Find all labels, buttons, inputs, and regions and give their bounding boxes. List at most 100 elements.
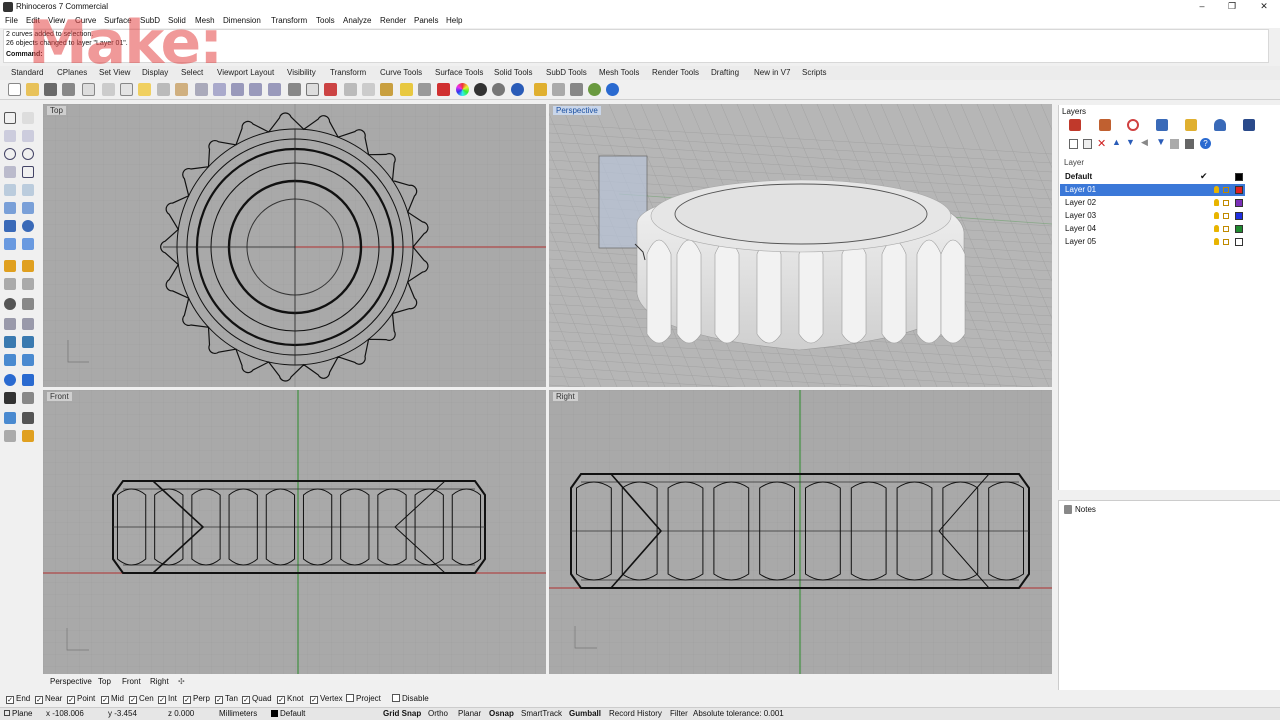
subd-icon[interactable] <box>22 238 34 250</box>
select-tools-icon[interactable] <box>344 83 357 96</box>
osnap-int[interactable]: ✓ Int <box>158 694 177 704</box>
move-down-icon[interactable]: ▼ <box>1126 137 1135 147</box>
layer-color-swatch[interactable] <box>1235 238 1243 246</box>
materials-tab-icon[interactable] <box>1127 119 1139 131</box>
checkbox-icon[interactable]: ✓ <box>67 696 75 704</box>
lock-icon[interactable] <box>1223 239 1229 245</box>
lock-icon[interactable] <box>1223 187 1229 193</box>
current-layer-indicator[interactable]: Default <box>271 709 305 718</box>
visibility-bulb-icon[interactable] <box>1214 199 1219 206</box>
layer-tools-icon[interactable] <box>1170 139 1179 149</box>
rectangle-icon[interactable] <box>22 166 34 178</box>
tab-render-tools[interactable]: Render Tools <box>652 68 699 77</box>
surface-icon[interactable] <box>4 202 16 214</box>
undo-view-icon[interactable] <box>288 83 301 96</box>
group-icon[interactable] <box>22 392 34 404</box>
text-icon[interactable] <box>22 336 34 348</box>
join-icon[interactable] <box>22 298 34 310</box>
sphere-icon[interactable] <box>22 220 34 232</box>
add-viewport-tab-icon[interactable]: ✣ <box>178 677 185 686</box>
distance-icon[interactable] <box>362 83 375 96</box>
tab-visibility[interactable]: Visibility <box>287 68 316 77</box>
osnap-tan[interactable]: ✓ Tan <box>215 694 238 704</box>
render-icon[interactable] <box>4 374 16 386</box>
paste-icon[interactable] <box>138 83 151 96</box>
filter-icon[interactable]: ▼ <box>1156 137 1166 148</box>
checkbox-icon[interactable]: ✓ <box>6 696 14 704</box>
history-icon[interactable] <box>4 430 16 442</box>
zoom-window-icon[interactable] <box>231 83 244 96</box>
options-icon[interactable] <box>552 83 565 96</box>
menu-tools[interactable]: Tools <box>316 16 335 25</box>
visibility-bulb-icon[interactable] <box>1214 238 1219 245</box>
circle-icon[interactable] <box>4 148 16 160</box>
new-file-icon[interactable] <box>8 83 21 96</box>
layer-color-swatch[interactable] <box>1235 212 1243 220</box>
tab-mesh-tools[interactable]: Mesh Tools <box>599 68 639 77</box>
viewport-title-right[interactable]: Right <box>553 392 578 401</box>
layers-tab-icon[interactable] <box>1069 119 1081 131</box>
move-out-icon[interactable]: ◀ <box>1141 137 1148 148</box>
layer-color-swatch[interactable] <box>1235 199 1243 207</box>
properties-icon[interactable] <box>437 83 450 96</box>
cplane-indicator[interactable]: Plane <box>4 709 32 718</box>
osnap-near[interactable]: ✓ Near <box>35 694 62 704</box>
planar-toggle[interactable]: Planar <box>458 709 481 718</box>
polyline-icon[interactable] <box>4 130 16 142</box>
layer-color-swatch[interactable] <box>1235 173 1243 181</box>
cplane-icon[interactable] <box>324 83 337 96</box>
osnap-end[interactable]: ✓ End <box>6 694 30 704</box>
files-tab-icon[interactable] <box>1185 119 1197 131</box>
lock-icon[interactable] <box>1223 200 1229 206</box>
boolean-icon[interactable] <box>4 298 16 310</box>
save-icon[interactable] <box>44 83 57 96</box>
layer-row-layer03[interactable]: Layer 03 <box>1060 210 1245 222</box>
import-icon[interactable] <box>82 83 95 96</box>
checkbox-icon[interactable]: ✓ <box>101 696 109 704</box>
checkbox-icon[interactable]: ✓ <box>35 696 43 704</box>
checkbox-icon[interactable]: ✓ <box>129 696 137 704</box>
minimize-icon[interactable]: – <box>1192 1 1212 13</box>
osnap-cen[interactable]: ✓ Cen <box>129 694 154 704</box>
maximize-icon[interactable]: ❐ <box>1222 1 1242 13</box>
checkbox-icon[interactable] <box>346 694 354 702</box>
move-icon[interactable] <box>22 260 34 272</box>
tab-curve-tools[interactable]: Curve Tools <box>380 68 422 77</box>
menu-dimension[interactable]: Dimension <box>223 16 261 25</box>
menu-panels[interactable]: Panels <box>414 16 438 25</box>
help-tab-icon[interactable] <box>1243 119 1255 131</box>
checkbox-icon[interactable]: ✓ <box>277 696 285 704</box>
ortho-toggle[interactable]: Ortho <box>428 709 448 718</box>
filter-toggle[interactable]: Filter <box>670 709 688 718</box>
vp-tab-perspective[interactable]: Perspective <box>50 677 92 686</box>
light-tool-icon[interactable] <box>22 430 34 442</box>
record-history-toggle[interactable]: Record History <box>609 709 662 718</box>
viewport-title-top[interactable]: Top <box>47 106 66 115</box>
osnap-point[interactable]: ✓ Point <box>67 694 95 704</box>
environment-icon[interactable] <box>511 83 524 96</box>
curvature-icon[interactable] <box>22 354 34 366</box>
tab-cplanes[interactable]: CPlanes <box>57 68 87 77</box>
tab-set-view[interactable]: Set View <box>99 68 130 77</box>
vp-tab-front[interactable]: Front <box>122 677 141 686</box>
osnap-mid[interactable]: ✓ Mid <box>101 694 124 704</box>
viewport-front[interactable]: Front <box>43 390 546 674</box>
undo-icon[interactable] <box>157 83 170 96</box>
visibility-bulb-icon[interactable] <box>1214 225 1219 232</box>
new-layer-icon[interactable] <box>1069 139 1078 149</box>
vp-tab-top[interactable]: Top <box>98 677 111 686</box>
blend-icon[interactable] <box>22 318 34 330</box>
zoom-selected-icon[interactable] <box>268 83 281 96</box>
menu-transform[interactable]: Transform <box>271 16 307 25</box>
extrude-icon[interactable] <box>22 202 34 214</box>
viewport-right[interactable]: Right <box>549 390 1052 674</box>
osnap-knot[interactable]: ✓ Knot <box>277 694 303 704</box>
ellipse-icon[interactable] <box>4 184 16 196</box>
osnap-quad[interactable]: ✓ Quad <box>242 694 272 704</box>
checkbox-icon[interactable]: ✓ <box>242 696 250 704</box>
layer-row-layer05[interactable]: Layer 05 <box>1060 236 1245 248</box>
visibility-bulb-icon[interactable] <box>1214 212 1219 219</box>
tab-drafting[interactable]: Drafting <box>711 68 739 77</box>
tab-select[interactable]: Select <box>181 68 203 77</box>
tab-subd-tools[interactable]: SubD Tools <box>546 68 587 77</box>
